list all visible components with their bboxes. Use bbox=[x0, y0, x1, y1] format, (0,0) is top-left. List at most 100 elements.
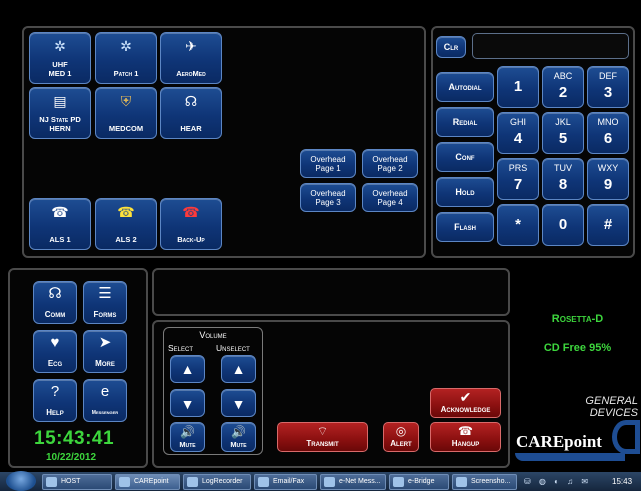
nav-messenger-button[interactable]: e Messenger bbox=[83, 379, 127, 422]
app-icon bbox=[456, 477, 467, 487]
keypad-digit: 0 bbox=[558, 216, 568, 233]
dial-display bbox=[472, 33, 629, 59]
taskbar-item-label: e-Bridge bbox=[408, 478, 435, 485]
taskbar-item-2[interactable]: CAREpoint bbox=[115, 474, 180, 490]
select-volume-up-button[interactable]: ▲ bbox=[170, 355, 205, 383]
acknowledge-button[interactable]: ✔ Acknowledge bbox=[430, 388, 501, 418]
nav-comm-button[interactable]: ☊ Comm bbox=[33, 281, 77, 324]
flash-button[interactable]: Flash bbox=[436, 212, 494, 242]
phone-icon: ☎ bbox=[51, 204, 69, 220]
helicopter-icon: ✈ bbox=[185, 38, 197, 54]
hangup-button[interactable]: ☎ Hangup bbox=[430, 422, 501, 452]
keypad-digit: 6 bbox=[603, 130, 613, 147]
keypad-key-7[interactable]: 7 PRS bbox=[497, 158, 539, 200]
line-button-label: NJ State PD HERN bbox=[39, 115, 81, 133]
cd-free-status: CD Free 95% bbox=[543, 342, 612, 354]
nav-forms-button[interactable]: ☰ Forms bbox=[83, 281, 127, 324]
overhead-page-button-3[interactable]: Overhead Page 3 bbox=[300, 183, 356, 212]
keypad-key-8[interactable]: 8 TUV bbox=[542, 158, 584, 200]
line-button-6[interactable]: ☊ HEAR bbox=[160, 87, 222, 139]
taskbar-item-3[interactable]: LogRecorder bbox=[183, 474, 251, 490]
keypad-digit: # bbox=[603, 216, 613, 233]
keypad-letters: WXY bbox=[597, 163, 619, 173]
line-button-4[interactable]: ▤ NJ State PD HERN bbox=[29, 87, 91, 139]
unselect-volume-up-button[interactable]: ▲ bbox=[221, 355, 256, 383]
keypad-key-5[interactable]: 5 JKL bbox=[542, 112, 584, 154]
keypad-key-6[interactable]: 6 MNO bbox=[587, 112, 629, 154]
keypad-letters: PRS bbox=[508, 163, 528, 173]
conf-button[interactable]: Conf bbox=[436, 142, 494, 172]
taskbar-item-5[interactable]: e-Net Mess... bbox=[320, 474, 386, 490]
select-volume-down-button[interactable]: ▼ bbox=[170, 389, 205, 417]
clock-date: 10/22/2012 bbox=[46, 452, 97, 463]
radio-console-icon: ▤ bbox=[53, 93, 67, 109]
start-button[interactable] bbox=[6, 471, 36, 491]
autodial-button[interactable]: Autodial bbox=[436, 72, 494, 102]
arrow-right-circle-icon: ➤ bbox=[98, 334, 112, 351]
caduceus-icon: ✲ bbox=[54, 38, 66, 54]
nav-label: Messenger bbox=[91, 409, 119, 416]
keypad-key-1[interactable]: 1 bbox=[497, 66, 539, 108]
line-button-1[interactable]: ✲ UHF MED 1 bbox=[29, 32, 91, 84]
overhead-page-button-4[interactable]: Overhead Page 4 bbox=[362, 183, 418, 212]
hangup-icon: ☎ bbox=[458, 424, 473, 438]
overhead-page-button-2[interactable]: Overhead Page 2 bbox=[362, 149, 418, 178]
line-button-2[interactable]: ✲ Patch 1 bbox=[95, 32, 157, 84]
line-button-8[interactable]: ☎ ALS 2 bbox=[95, 198, 157, 250]
keypad-digit: 5 bbox=[558, 130, 568, 147]
transmit-button[interactable]: ⌔ Transmit bbox=[277, 422, 368, 452]
line-button-5[interactable]: ⛨ MEDCOM bbox=[95, 87, 157, 139]
badge-icon: ⛨ bbox=[120, 93, 132, 109]
unselect-mute-button[interactable]: 🔊 Mute bbox=[221, 422, 256, 452]
arrow-up-icon: ▲ bbox=[180, 361, 195, 377]
alert-button[interactable]: ◎ Alert bbox=[383, 422, 419, 452]
nav-ecg-button[interactable]: ♥ Ecg bbox=[33, 330, 77, 373]
taskbar-item-label: HOST bbox=[61, 478, 81, 485]
line-button-label: Back-Up bbox=[177, 234, 205, 244]
keypad-letters: GHI bbox=[509, 117, 526, 127]
clear-button[interactable]: Clr bbox=[436, 36, 466, 58]
keypad-key-star[interactable]: * bbox=[497, 204, 539, 246]
alert-icon: ◎ bbox=[395, 424, 407, 438]
nav-label: Comm bbox=[44, 309, 66, 319]
select-mute-button[interactable]: 🔊 Mute bbox=[170, 422, 205, 452]
nav-label: More bbox=[95, 358, 115, 368]
keypad-key-9[interactable]: 9 WXY bbox=[587, 158, 629, 200]
nav-more-button[interactable]: ➤ More bbox=[83, 330, 127, 373]
keypad-digit: 8 bbox=[558, 176, 568, 193]
arrow-up-icon: ▲ bbox=[231, 361, 246, 377]
acknowledge-label: Acknowledge bbox=[440, 405, 491, 414]
redial-button[interactable]: Redial bbox=[436, 107, 494, 137]
app-icon bbox=[393, 477, 404, 487]
taskbar-item-4[interactable]: Email/Fax bbox=[254, 474, 317, 490]
nav-help-button[interactable]: ? Help bbox=[33, 379, 77, 422]
hold-button[interactable]: Hold bbox=[436, 177, 494, 207]
line-button-7[interactable]: ☎ ALS 1 bbox=[29, 198, 91, 250]
alert-label: Alert bbox=[390, 439, 412, 448]
help-icon: ? bbox=[50, 383, 60, 400]
company-name: GENERAL DEVICES bbox=[585, 395, 638, 419]
keypad-key-3[interactable]: 3 DEF bbox=[587, 66, 629, 108]
overhead-page-button-1[interactable]: Overhead Page 1 bbox=[300, 149, 356, 178]
hangup-label: Hangup bbox=[451, 439, 480, 448]
taskbar-item-6[interactable]: e-Bridge bbox=[389, 474, 449, 490]
transmit-label: Transmit bbox=[306, 439, 339, 448]
unselect-volume-down-button[interactable]: ▼ bbox=[221, 389, 256, 417]
line-button-3[interactable]: ✈ AeroMed bbox=[160, 32, 222, 84]
product-name: CAREpoint bbox=[516, 432, 602, 451]
heart-icon: ♥ bbox=[50, 334, 60, 351]
station-name: Rosetta-D bbox=[551, 313, 604, 325]
speaker-icon: 🔊 bbox=[231, 425, 246, 439]
wireless-icon: ⌔ bbox=[316, 424, 329, 438]
speaker-icon: 🔊 bbox=[180, 425, 195, 439]
keypad-key-pound[interactable]: # bbox=[587, 204, 629, 246]
taskbar-item-1[interactable]: HOST bbox=[42, 474, 112, 490]
line-button-label: ALS 1 bbox=[49, 234, 71, 244]
line-button-9[interactable]: ☎ Back-Up bbox=[160, 198, 222, 250]
keypad-key-2[interactable]: 2 ABC bbox=[542, 66, 584, 108]
keypad-key-0[interactable]: 0 bbox=[542, 204, 584, 246]
taskbar-item-7[interactable]: Screensho... bbox=[452, 474, 517, 490]
keypad-key-4[interactable]: 4 GHI bbox=[497, 112, 539, 154]
nav-label: Ecg bbox=[47, 358, 63, 368]
keypad-digit: 7 bbox=[513, 176, 523, 193]
